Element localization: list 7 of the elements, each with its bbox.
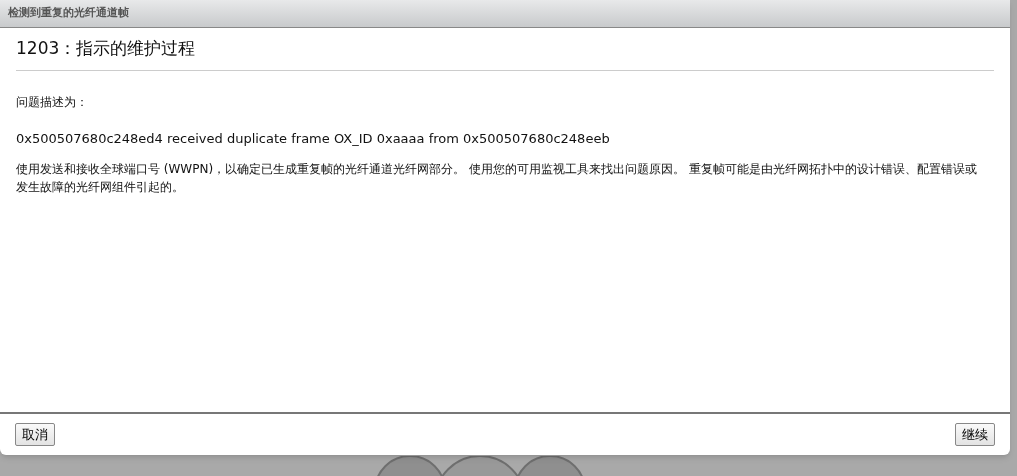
dialog-heading: 1203：指示的维护过程 — [16, 37, 197, 60]
cancel-button[interactable]: 取消 — [15, 423, 55, 446]
description-label: 问题描述为： — [16, 93, 89, 111]
window-title: 检测到重复的光纤通道帧 — [8, 5, 129, 22]
error-message: 0x500507680c248ed4 received duplicate frame OX_ID 0xaaaa from 0x500507680c248eeb — [16, 129, 611, 148]
continue-button[interactable]: 继续 — [955, 423, 995, 446]
explanation-text: 使用发送和接收全球端口号 (WWPN)，以确定已生成重复帧的光纤通道光纤网部分。 使用您的可用监视工具来找出问题原因。 重复帧可能是由光纤网拓扑中的设计错误、配置错误或发生故障的光纤网组件引起的。 — [16, 161, 978, 196]
